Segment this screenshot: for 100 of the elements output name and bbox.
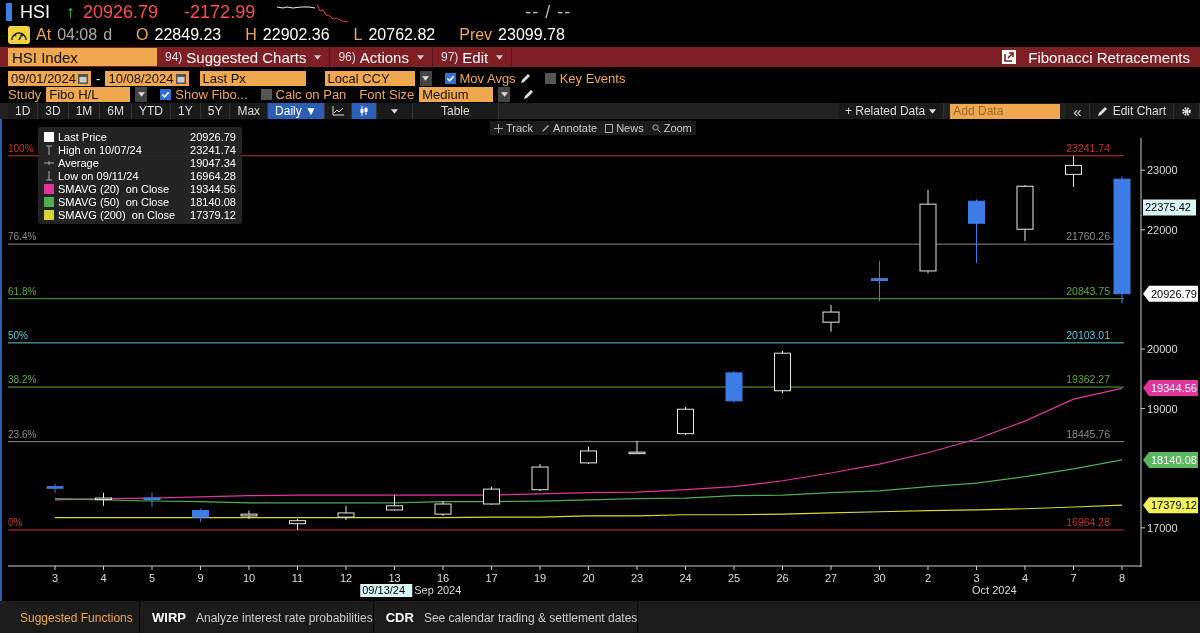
caret-icon — [416, 54, 424, 60]
chart-tool-button[interactable]: Annotate — [541, 122, 598, 134]
font-size-dropdown[interactable]: Medium — [419, 86, 494, 102]
stat-label: O — [136, 25, 149, 44]
candlestick — [337, 505, 355, 521]
candlestick — [1065, 155, 1082, 188]
fibonacci-value-label: 19362.27 — [1066, 373, 1110, 386]
start-date-field[interactable]: 09/01/2024 — [8, 70, 92, 86]
end-date-field[interactable]: 10/08/2024 — [105, 70, 189, 86]
candlestick — [483, 486, 500, 506]
fibonacci-percent-label: 100% — [8, 142, 34, 154]
currency-dropdown[interactable]: Local CCY — [324, 70, 415, 86]
study-label: Study — [8, 86, 42, 102]
study-dropdown[interactable]: Fibo H/L — [46, 86, 131, 102]
function-code[interactable]: CDR — [385, 610, 414, 625]
fibonacci-value-label: 16964.28 — [1066, 516, 1110, 528]
legend-value: 17379.12 — [190, 208, 236, 221]
candlestick — [531, 463, 549, 492]
dropdown-button[interactable] — [498, 86, 511, 102]
security-field[interactable]: HSI Index — [8, 48, 157, 66]
candlestick — [677, 406, 694, 436]
settings-icon — [1181, 105, 1192, 117]
calendar-icon — [175, 72, 186, 84]
x-axis-label: 2 — [924, 572, 932, 584]
range-button[interactable]: 3D — [38, 103, 69, 119]
range-button[interactable]: YTD — [132, 103, 172, 119]
pencil-icon — [519, 72, 532, 84]
suggested-functions-title: Suggested Functions — [0, 601, 140, 633]
pencil-icon — [1096, 105, 1109, 117]
x-axis-label: 9 — [197, 572, 204, 584]
x-axis-label: 11 — [291, 572, 304, 584]
caret-icon — [496, 54, 504, 60]
price-field-dropdown[interactable]: Last Px — [199, 70, 306, 86]
edit-chart-button[interactable]: Edit Chart — [1089, 103, 1174, 119]
function-code[interactable]: WIRP — [152, 610, 186, 625]
checkbox[interactable] — [544, 72, 556, 84]
x-axis-label: 20 — [582, 572, 595, 584]
chart-type-button[interactable] — [324, 103, 352, 119]
y-axis-label: 19000 — [1147, 402, 1178, 415]
settings-button[interactable] — [1174, 103, 1200, 119]
more-button[interactable] — [376, 103, 413, 119]
menu-button[interactable]: 96) Actions — [330, 47, 433, 67]
stat-value: 20762.82 — [368, 25, 436, 44]
fibonacci-percent-label: 76.4% — [8, 231, 37, 243]
candlestick — [95, 492, 112, 507]
collapse-button[interactable]: « — [1066, 103, 1090, 119]
checkbox[interactable] — [160, 88, 172, 100]
chart-tool-button[interactable]: News — [605, 122, 644, 134]
x-axis-label: 19 — [533, 572, 547, 584]
checkbox[interactable] — [444, 72, 456, 84]
pencil-icon — [541, 123, 551, 133]
function-description: See calendar trading & settlement dates — [423, 610, 638, 625]
x-axis-label: 24 — [679, 572, 692, 584]
fibonacci-percent-label: 23.6% — [8, 428, 37, 440]
legend-label: Average — [58, 156, 99, 169]
dropdown-button[interactable] — [135, 86, 148, 102]
range-button[interactable]: 1D — [8, 103, 39, 119]
chart-tool-button[interactable]: Zoom — [651, 122, 692, 134]
range-button[interactable]: 6M — [100, 103, 133, 119]
x-axis-label: 12 — [339, 572, 353, 584]
table-button[interactable]: Table — [412, 103, 499, 119]
period-dropdown[interactable]: Daily ▼ — [268, 103, 325, 119]
caret-icon — [390, 108, 398, 114]
chart-tool-button[interactable]: Track — [494, 122, 534, 134]
fibonacci-value-label: 21760.26 — [1066, 230, 1110, 243]
calendar-icon — [78, 72, 89, 84]
candlestick — [192, 508, 209, 523]
fibonacci-value-label: 20843.75 — [1066, 284, 1110, 297]
range-button[interactable]: 1Y — [171, 103, 201, 119]
checkbox[interactable] — [260, 88, 272, 100]
legend-label: High on 10/07/24 — [58, 143, 142, 156]
menu-button[interactable]: 94) Suggested Charts — [157, 47, 331, 67]
ticker: HSI — [20, 1, 50, 23]
chart-type-button[interactable] — [351, 103, 377, 119]
legend-label: SMAVG (50) on Close — [58, 195, 170, 208]
x-axis-label: 7 — [1070, 572, 1077, 584]
y-axis-label: 22000 — [1147, 223, 1178, 236]
add-data-field[interactable]: Add Data — [950, 103, 1061, 119]
x-axis-label: 13 — [388, 572, 401, 584]
x-axis-label: 26 — [776, 572, 789, 584]
range-button[interactable]: Max — [230, 103, 269, 119]
legend-label: Low on 09/11/24 — [58, 169, 139, 182]
caret-icon — [929, 108, 937, 114]
legend-label: SMAVG (20) on Close — [58, 182, 170, 195]
page-title: Fibonacci Retracements — [1028, 48, 1190, 66]
range-button[interactable]: 1M — [68, 103, 101, 119]
y-axis-label: 23000 — [1147, 164, 1178, 177]
x-axis-label: 25 — [727, 572, 741, 584]
range-button[interactable]: 5Y — [200, 103, 231, 119]
fibonacci-percent-label: 50% — [8, 329, 28, 341]
option-label: Show Fibo... — [175, 86, 248, 102]
candlestick — [289, 518, 306, 531]
related-data-button[interactable]: + Related Data — [837, 103, 945, 119]
menu-button[interactable]: 97) Edit — [432, 47, 513, 67]
price-tag: 17379.12 — [1143, 497, 1198, 514]
low-marker-icon — [44, 170, 54, 181]
stat-value: 22902.36 — [262, 25, 330, 44]
x-axis-label: 5 — [148, 572, 156, 584]
dropdown-button[interactable] — [419, 70, 432, 86]
legend-value: 18140.08 — [190, 195, 236, 208]
